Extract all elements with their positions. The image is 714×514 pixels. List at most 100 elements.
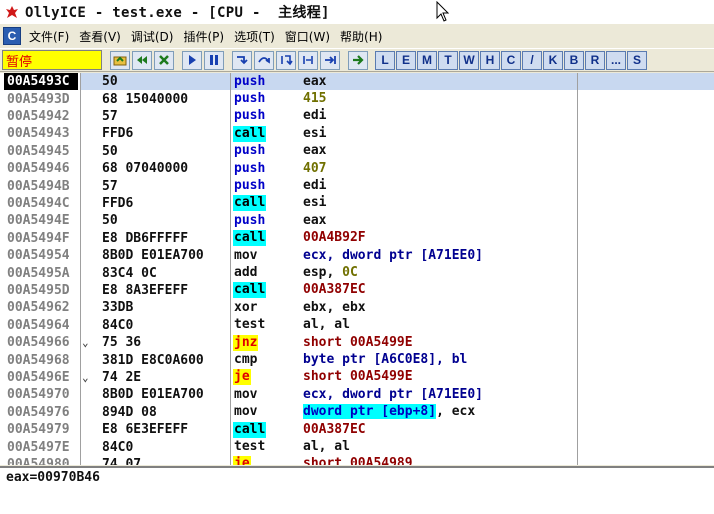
disassembly-row[interactable]: 00A54976 894D 08 mov dword ptr [ebp+8], ecx <box>0 404 714 421</box>
column-divider[interactable] <box>230 73 231 465</box>
run-icon[interactable] <box>182 50 202 70</box>
row-operands: ecx, dword ptr [A71EE0] <box>303 387 483 403</box>
operand-prefix: esp, <box>303 265 343 281</box>
operand-text: edi <box>303 178 327 194</box>
toolbar-callstack-button[interactable]: K <box>543 50 563 70</box>
row-operands: eax <box>303 74 326 90</box>
column-divider[interactable] <box>577 73 578 465</box>
row-operands: esp, 0C <box>303 265 358 281</box>
row-hex-dump: 74 2E <box>102 369 142 385</box>
row-hex-dump: 50 <box>102 143 118 159</box>
row-address: 00A5495A <box>7 265 70 281</box>
row-address: 00A54946 <box>7 161 70 177</box>
row-hex-dump: 84C0 <box>102 439 134 455</box>
menu-plugins[interactable]: 插件(P) <box>181 28 232 45</box>
pause-icon[interactable] <box>204 50 224 70</box>
disassembly-row[interactable]: 00A5494F E8 DB6FFFFF call 00A4B92F <box>0 230 714 247</box>
disassembly-row[interactable]: 00A5496E ⌄ 74 2E je short 00A5499E <box>0 369 714 386</box>
menu-options[interactable]: 选项(T) <box>232 28 283 45</box>
toolbar-cpu-button[interactable]: C <box>501 50 521 70</box>
row-address: 00A54980 <box>7 456 70 465</box>
disassembly-row[interactable]: 00A5493D 68 15040000 push 415 <box>0 90 714 107</box>
row-mnemonic: je <box>233 456 251 465</box>
disassembly-row[interactable]: 00A54966 ⌄ 75 36 jnz short 00A5499E <box>0 334 714 351</box>
row-hex-dump: FFD6 <box>102 126 134 142</box>
row-operands: esi <box>303 195 326 211</box>
row-hex-dump: E8 6E3EFEFF <box>102 422 189 438</box>
row-operands: edi <box>303 178 326 194</box>
row-mnemonic: push <box>234 178 266 194</box>
disassembly-row[interactable]: 00A54970 8B0D E01EA700 mov ecx, dword ptr [… <box>0 386 714 403</box>
disassembly-row[interactable]: 00A5494B 57 push edi <box>0 177 714 194</box>
disassembly-row[interactable]: 00A54945 50 push eax <box>0 143 714 160</box>
execute-till-return-icon[interactable] <box>320 50 340 70</box>
row-address: 00A5497E <box>7 439 70 455</box>
column-divider[interactable] <box>80 73 81 465</box>
disassembly-row[interactable]: 00A54946 68 07040000 push 407 <box>0 160 714 177</box>
row-address: 00A5494E <box>7 213 70 229</box>
disassembly-row[interactable]: 00A54943 FFD6 call esi <box>0 125 714 142</box>
row-address: 00A54954 <box>7 248 70 264</box>
row-operands: dword ptr [ebp+8], ecx <box>303 404 475 420</box>
disassembly-row[interactable]: 00A54980 74 07 je short 00A54989 <box>0 456 714 465</box>
toolbar-breakpoints-button[interactable]: B <box>564 50 584 70</box>
operand-suffix: , ecx <box>436 404 476 420</box>
selection-highlight <box>81 73 714 91</box>
rewind-icon[interactable] <box>132 50 152 70</box>
menu-view[interactable]: 查看(V) <box>77 28 129 45</box>
row-mnemonic: push <box>234 73 266 89</box>
disassembly-row[interactable]: 00A5495A 83C4 0C add esp, 0C <box>0 264 714 281</box>
row-hex-dump: 74 07 <box>102 456 142 465</box>
disassembly-row[interactable]: 00A54942 57 push edi <box>0 108 714 125</box>
toolbar-memory-button[interactable]: M <box>417 50 437 70</box>
operand-text: al, al <box>303 439 350 455</box>
toolbar-references-button[interactable]: R <box>585 50 605 70</box>
toolbar-modules-button[interactable]: E <box>396 50 416 70</box>
disassembly-row[interactable]: 00A5494C FFD6 call esi <box>0 195 714 212</box>
row-mnemonic: push <box>234 160 266 176</box>
row-operands: eax <box>303 213 326 229</box>
toolbar-windows-button[interactable]: W <box>459 50 479 70</box>
disassembly-row[interactable]: 00A5493C 50 push eax <box>0 73 714 91</box>
row-mnemonic: mov <box>234 247 258 263</box>
row-address: 00A54964 <box>7 317 70 333</box>
menu-window[interactable]: 窗口(W) <box>283 28 338 45</box>
disassembly-row[interactable]: 00A5494E 50 push eax <box>0 212 714 229</box>
row-hex-dump: 8B0D E01EA700 <box>102 387 204 403</box>
disassembly-row[interactable]: 00A54964 84C0 test al, al <box>0 317 714 334</box>
step-into-icon[interactable] <box>232 50 252 70</box>
toolbar-runtrace-button[interactable]: ... <box>606 50 626 70</box>
disassembly-row[interactable]: 00A54979 E8 6E3EFEFF call 00A387EC <box>0 421 714 438</box>
toolbar-log-button[interactable]: L <box>375 50 395 70</box>
open-icon[interactable] <box>110 50 130 70</box>
row-mnemonic: mov <box>234 404 258 420</box>
go-to-icon[interactable] <box>348 50 368 70</box>
close-program-icon[interactable] <box>154 50 174 70</box>
disassembly-row[interactable]: 00A54962 33DB xor ebx, ebx <box>0 299 714 316</box>
row-operands: 00A4B92F <box>303 230 366 246</box>
disassembly-row[interactable]: 00A5495D E8 8A3EFEFF call 00A387EC <box>0 282 714 299</box>
trace-into-icon[interactable] <box>276 50 296 70</box>
toolbar-threads-button[interactable]: T <box>438 50 458 70</box>
trace-over-icon[interactable] <box>298 50 318 70</box>
toolbar-patches-button[interactable]: / <box>522 50 542 70</box>
disassembly-row[interactable]: 00A54968 381D E8C0A600 cmp byte ptr [A6C0E8… <box>0 351 714 368</box>
row-address: 00A54976 <box>7 404 70 420</box>
disassembly-pane[interactable]: 00A5493C 50 push eax 00A5493D 68 15040000 push… <box>0 73 714 465</box>
row-operands: 00A387EC <box>303 422 366 438</box>
menu-file[interactable]: 文件(F) <box>27 28 77 45</box>
operand-text: 00A387EC <box>303 421 366 437</box>
menu-help[interactable]: 帮助(H) <box>338 28 390 45</box>
cpu-window-icon[interactable]: C <box>3 27 21 45</box>
row-hex-dump: 8B0D E01EA700 <box>102 248 204 264</box>
toolbar: 暂停 L E M T W H C / K B R ... S <box>0 48 714 72</box>
row-address: 00A5496E <box>7 369 70 385</box>
jump-arrow-icon: ⌄ <box>82 370 89 384</box>
toolbar-source-button[interactable]: S <box>627 50 647 70</box>
disassembly-row[interactable]: 00A5497E 84C0 test al, al <box>0 438 714 455</box>
toolbar-handles-button[interactable]: H <box>480 50 500 70</box>
step-over-icon[interactable] <box>254 50 274 70</box>
operand-text: short 00A5499E <box>303 334 413 350</box>
menu-debug[interactable]: 调试(D) <box>129 28 182 45</box>
disassembly-row[interactable]: 00A54954 8B0D E01EA700 mov ecx, dword ptr [… <box>0 247 714 264</box>
